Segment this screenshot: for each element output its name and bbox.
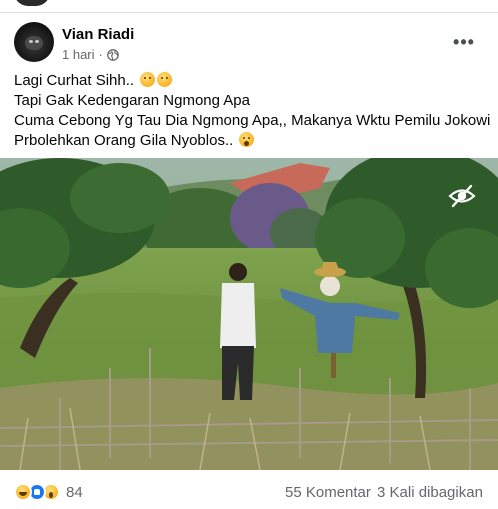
haha-reaction-icon	[14, 483, 32, 501]
post-meta: 1 hari ·	[62, 47, 119, 62]
post-header: Vian Riadi 1 hari · •••	[0, 18, 498, 68]
avatar-eye-left	[29, 40, 33, 43]
more-options-button[interactable]: •••	[448, 26, 480, 58]
post-text-line: Lagi Curhat Sihh..	[14, 71, 488, 91]
post-text-line-4: Prbolehkan Orang Gila Nyoblos..	[14, 132, 234, 149]
thinking-emoji-icon	[157, 72, 173, 87]
avatar-face	[25, 36, 43, 50]
shocked-emoji-icon	[239, 132, 255, 147]
rice-field-scene-image	[0, 158, 498, 470]
reaction-count: 84	[66, 483, 83, 501]
more-options-icon: •••	[453, 32, 475, 52]
shares-count[interactable]: 3 Kali dibagikan	[377, 484, 483, 501]
avatar-eye-right	[35, 40, 39, 43]
post-text-line: Tapi Gak Kedengaran Ngmong Apa	[14, 91, 488, 111]
thinking-emoji-icon	[140, 72, 156, 87]
post-card: Vian Riadi 1 hari · ••• Lagi Curhat Sihh…	[0, 0, 498, 509]
post-time[interactable]: 1 hari	[62, 47, 95, 62]
comments-count[interactable]: 55 Komentar	[285, 484, 371, 501]
post-footer: 84 55 Komentar 3 Kali dibagikan	[0, 470, 498, 509]
post-text-line-2: Tapi Gak Kedengaran Ngmong Apa	[14, 92, 250, 109]
globe-icon[interactable]	[107, 48, 119, 61]
eye-slash-icon[interactable]	[448, 182, 476, 210]
post-text-line-1: Lagi Curhat Sihh..	[14, 72, 135, 89]
previous-post-avatar	[14, 0, 50, 6]
post-photo[interactable]	[0, 158, 498, 470]
author-avatar[interactable]	[14, 22, 54, 62]
reactions-summary[interactable]: 84	[14, 483, 83, 501]
meta-separator: ·	[98, 47, 103, 62]
post-text-line: Prbolehkan Orang Gila Nyoblos..	[14, 131, 488, 151]
post-text-line-3: Cuma Cebong Yg Tau Dia Ngmong Apa,, Maka…	[14, 112, 491, 129]
author-name[interactable]: Vian Riadi	[62, 26, 134, 43]
post-text-line: Cuma Cebong Yg Tau Dia Ngmong Apa,, Maka…	[14, 111, 491, 131]
post-text: Lagi Curhat Sihh.. Tapi Gak Kedengaran N…	[14, 71, 491, 151]
previous-post-edge	[0, 0, 498, 13]
